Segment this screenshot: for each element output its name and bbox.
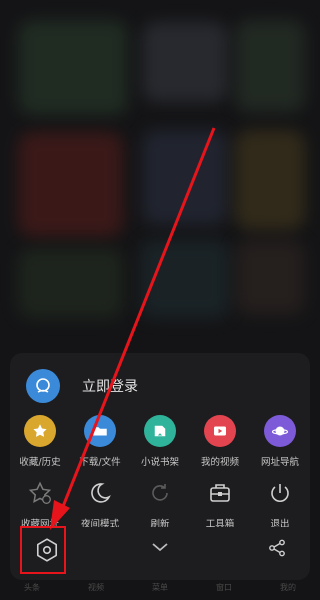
annotation-arrow <box>50 127 216 530</box>
